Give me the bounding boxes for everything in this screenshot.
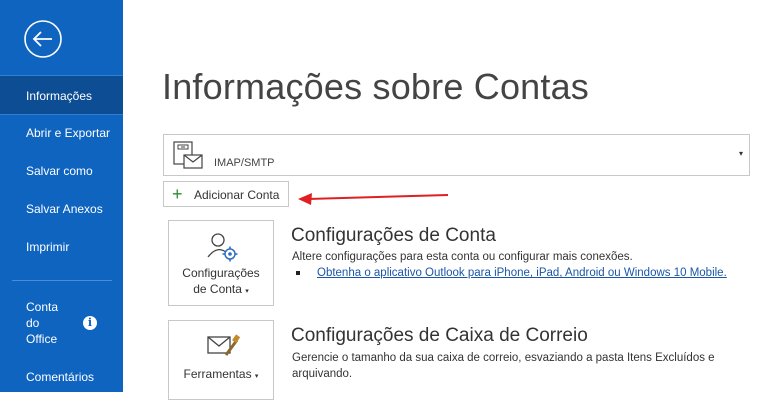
account-settings-description: Altere configurações para esta conta ou …: [292, 251, 633, 263]
mailbox-tools-button-label: Ferramentas ▾: [169, 366, 273, 385]
outlook-mobile-app-link[interactable]: Obtenha o aplicativo Outlook para iPhone…: [317, 267, 727, 279]
sidebar-item-label: Salvar Anexos: [26, 202, 103, 216]
add-account-label: Adicionar Conta: [194, 188, 280, 202]
mailbox-settings-description-line: arquivando.: [292, 368, 353, 380]
mailbox-settings-description: Gerencie o tamanho da sua caixa de corre…: [292, 350, 715, 382]
sidebar-item-label: Imprimir: [26, 240, 70, 254]
mailbox-settings-title: Configurações de Caixa de Correio: [291, 325, 588, 346]
chevron-down-icon: ▾: [245, 288, 249, 295]
sidebar-item-label-line: do: [26, 316, 40, 330]
bullet-marker: [296, 271, 300, 275]
account-selector[interactable]: IMAP/SMTP ▾: [163, 134, 750, 176]
mailbox-tools-button[interactable]: Ferramentas ▾: [168, 320, 274, 400]
sidebar-item-salvar-anexos[interactable]: Salvar Anexos: [0, 201, 123, 217]
chevron-down-icon: ▾: [254, 373, 259, 380]
sidebar-item-informacoes[interactable]: Informações: [0, 75, 123, 115]
mailbox-tools-icon: [206, 331, 241, 366]
sidebar-item-salvar-como[interactable]: Salvar como: [0, 163, 123, 179]
page-title: Informações sobre Contas: [162, 66, 590, 107]
mailbox-tools-button-label-text: Ferramentas: [183, 367, 252, 381]
mailbox-account-icon: [172, 141, 204, 176]
account-settings-button-label-text: de Conta: [193, 282, 242, 296]
sidebar-item-label: Comentários: [26, 370, 95, 384]
backstage-sidebar: Informações Abrir e Exportar Salvar como…: [0, 0, 123, 392]
red-arrow-annotation: [298, 193, 449, 205]
account-settings-button[interactable]: Configurações de Conta ▾: [168, 220, 274, 306]
sidebar-item-label-line: Conta: [26, 300, 59, 314]
sidebar-item-comentarios[interactable]: Comentários: [0, 369, 123, 385]
account-settings-icon: [206, 230, 240, 269]
sidebar-item-abrir-exportar[interactable]: Abrir e Exportar: [0, 125, 123, 141]
info-icon: i: [83, 316, 97, 330]
account-settings-title: Configurações de Conta: [291, 225, 496, 246]
mailbox-settings-description-line: Gerencie o tamanho da sua caixa de corre…: [292, 352, 715, 364]
account-selector-value: IMAP/SMTP: [214, 157, 275, 169]
add-account-button[interactable]: + Adicionar Conta: [163, 181, 289, 207]
sidebar-item-label-line: Office: [26, 332, 58, 346]
sidebar-divider: [12, 280, 112, 281]
sidebar-item-label: Abrir e Exportar: [26, 126, 111, 140]
back-arrow-circle-icon: [24, 20, 62, 58]
account-settings-button-label-2: de Conta ▾: [169, 281, 273, 300]
sidebar-item-imprimir[interactable]: Imprimir: [0, 239, 123, 255]
plus-icon: +: [172, 184, 183, 204]
back-button[interactable]: [23, 19, 63, 59]
sidebar-item-conta-office[interactable]: Conta do Office: [0, 299, 123, 347]
sidebar-item-label: Informações: [26, 89, 93, 103]
account-settings-button-label: Configurações: [182, 266, 260, 280]
sidebar-item-label: Salvar como: [26, 164, 93, 178]
chevron-down-icon: ▾: [738, 149, 743, 158]
